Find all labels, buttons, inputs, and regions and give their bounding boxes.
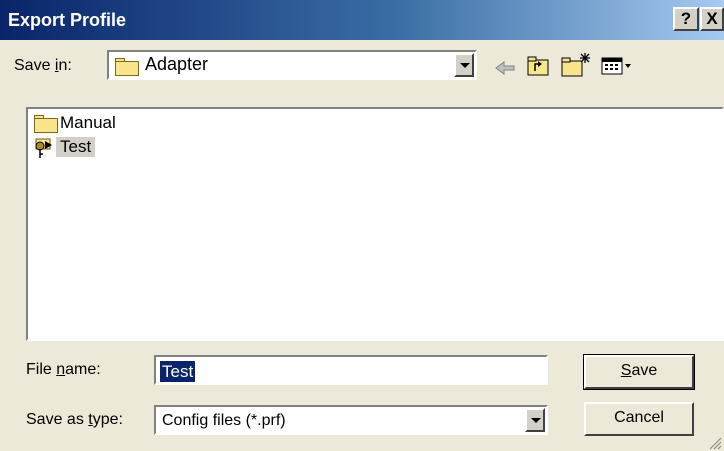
save-in-label-post: n: [58,57,72,74]
help-button[interactable]: ? [673,7,699,31]
resize-grip-icon[interactable] [708,436,722,450]
folder-open-icon [115,58,139,76]
file-name-value: Test [160,361,196,382]
save-as-type-dropdown-button[interactable] [525,408,545,432]
chevron-down-icon [460,63,470,68]
profile-key-icon [35,138,52,158]
close-button[interactable]: X [700,7,724,31]
dialog-title: Export Profile [8,10,127,30]
chevron-down-icon [531,418,541,423]
new-folder-icon [561,53,590,77]
view-menu-icon [601,57,631,75]
up-one-level-button[interactable] [526,55,550,77]
file-name-label-hotkey: n [56,361,66,378]
save-as-type-label: Save as type: [26,411,123,429]
file-name-field[interactable]: Test [154,355,548,385]
save-as-type-combobox[interactable]: Config files (*.prf) [154,405,548,435]
export-profile-dialog: Export Profile ? X Save in: Adapter Manu… [0,0,724,451]
list-item[interactable]: Manual [30,111,230,135]
back-button[interactable] [494,61,516,75]
save-in-dropdown-button[interactable] [454,53,474,77]
save-button-label: ave [631,362,658,379]
list-item-name: Manual [60,113,116,132]
save-as-type-label-post: ype: [92,411,123,428]
create-new-folder-button[interactable] [560,52,592,78]
dropdown-arrow-icon [625,64,631,68]
cancel-button[interactable]: Cancel [584,402,694,436]
view-menu-button[interactable] [600,55,634,77]
save-as-type-label-pre: Save as [26,411,89,428]
save-in-combobox[interactable]: Adapter [107,50,477,80]
file-name-label: File name: [26,361,101,379]
save-button[interactable]: Save [583,354,695,390]
file-name-label-pre: File [26,361,57,378]
folder-icon [34,115,58,133]
file-name-label-post: ame: [65,361,101,378]
list-item-name: Test [56,137,96,157]
list-item-selected[interactable]: Test [30,135,230,159]
save-as-type-value: Config files (*.prf) [162,412,286,429]
save-in-label: Save in: [14,57,72,75]
save-in-label-pre: Save [14,57,55,74]
title-bar[interactable]: Export Profile ? X [0,0,724,40]
up-folder-icon [527,56,549,76]
save-button-hotkey: S [620,362,632,379]
save-in-folder-name: Adapter [145,54,209,74]
back-arrow-icon [495,61,515,75]
file-list-view[interactable]: Manual Test [26,107,724,341]
